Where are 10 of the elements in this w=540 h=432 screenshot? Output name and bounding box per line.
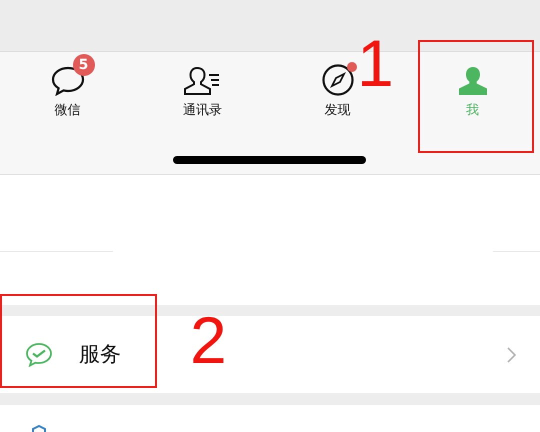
compass-icon — [322, 64, 354, 96]
tab[interactable]: 通讯录 — [170, 52, 234, 126]
menu-row[interactable]: 服务 2 — [0, 316, 540, 393]
check-bubble-icon — [25, 342, 53, 367]
annotation-number: 1 — [357, 30, 394, 96]
person-icon — [456, 66, 488, 96]
chevron-right-icon — [507, 346, 516, 362]
unread-badge: 5 — [72, 54, 94, 76]
tab[interactable]: 5 微信 — [36, 52, 100, 126]
row-label: 服务 — [79, 340, 121, 368]
